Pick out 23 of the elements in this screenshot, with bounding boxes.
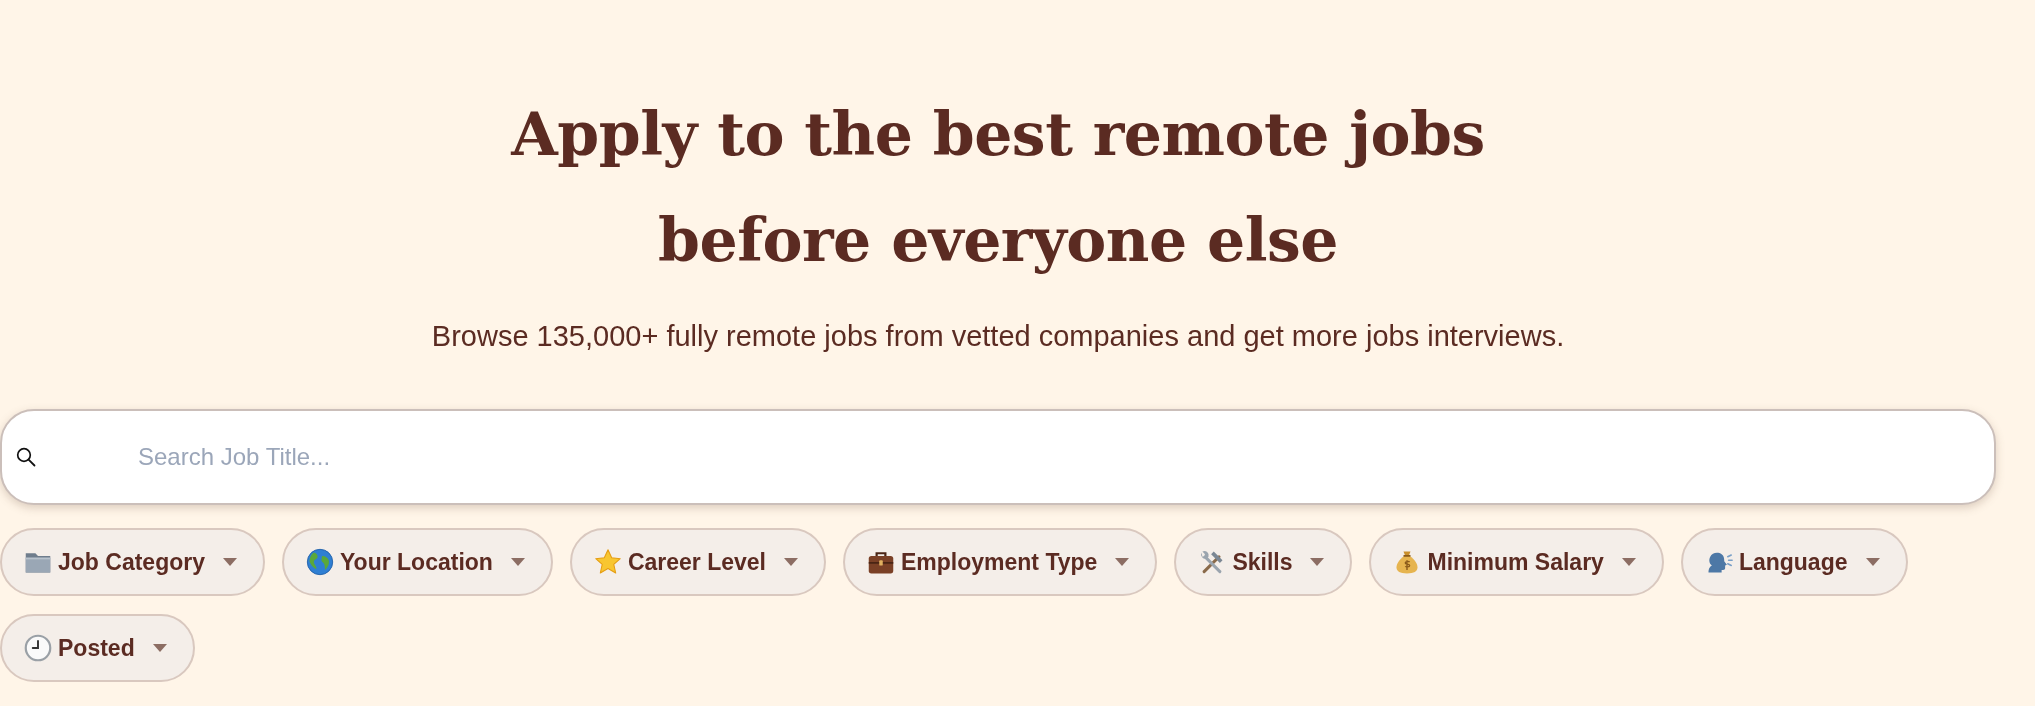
caret-icon bbox=[1865, 558, 1880, 566]
star-icon bbox=[593, 548, 622, 576]
filter-dropdown[interactable]: Minimum Salary bbox=[1369, 528, 1664, 596]
search-field[interactable]: Search Job Title... bbox=[0, 409, 1996, 505]
filter-dropdown[interactable]: Your Location bbox=[282, 528, 553, 596]
page-heading: Apply to the best remote jobs before everyone else bbox=[509, 98, 1486, 277]
caret-icon bbox=[1621, 558, 1636, 566]
caret-icon bbox=[784, 558, 798, 566]
search-icon bbox=[16, 447, 36, 467]
filter-dropdown[interactable]: Skills bbox=[1174, 528, 1353, 596]
filter-dropdown[interactable]: Career Level bbox=[569, 528, 826, 596]
caret-icon bbox=[1310, 558, 1325, 566]
caret-icon bbox=[510, 558, 525, 566]
caret-icon bbox=[1115, 558, 1130, 566]
filter-dropdown[interactable]: Employment Type bbox=[843, 528, 1158, 596]
clock-icon bbox=[24, 634, 52, 662]
page-subtitle: Browse 135,000+ fully remote jobs from vetted companies and get more jobs interviews. bbox=[431, 319, 1565, 354]
filter-dropdown[interactable]: Posted bbox=[0, 614, 195, 682]
caret-icon bbox=[223, 558, 237, 566]
filter-dropdown[interactable]: Language bbox=[1680, 528, 1908, 596]
globe-icon bbox=[306, 548, 334, 576]
filter-dropdown[interactable]: Job Category bbox=[0, 528, 265, 596]
caret-icon bbox=[152, 644, 167, 652]
